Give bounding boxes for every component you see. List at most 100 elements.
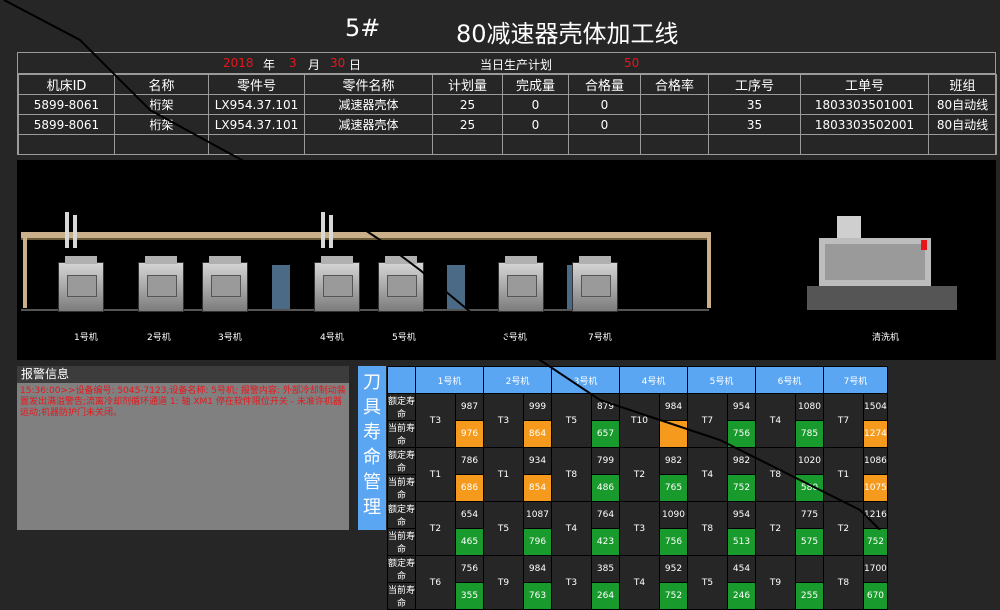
tool-number: T2: [619, 447, 660, 502]
production-table: 机床ID 名称 零件号 零件名称 计划量 完成量 合格量 合格率 工序号 工单号…: [18, 74, 997, 155]
rated-life-label: 额定寿命: [387, 501, 416, 529]
header-cell: 计划量: [432, 74, 503, 95]
current-life-value: 864: [523, 420, 552, 448]
table-cell: 35: [708, 114, 801, 135]
table-cell: 减速器壳体: [304, 94, 433, 115]
header-cell: 零件号: [208, 74, 305, 95]
year-unit: 年: [263, 58, 276, 72]
table-row[interactable]: 5899-8061 桁架 LX954.37.101 减速器壳体 25 0 0 3…: [18, 114, 997, 135]
machine-5-graphic[interactable]: [378, 256, 424, 312]
current-life-value: 1274: [863, 420, 888, 448]
rated-life-value: [795, 555, 824, 583]
machine-1-graphic[interactable]: [58, 256, 104, 312]
header-cell: 合格量: [568, 74, 641, 95]
machine-4-graphic[interactable]: [314, 256, 360, 312]
current-life-label: 当前寿命: [387, 582, 416, 610]
table-cell: 减速器壳体: [304, 114, 433, 135]
plan-value: 50: [624, 56, 640, 70]
rated-life-value: 775: [795, 501, 824, 529]
tool-number: T3: [483, 393, 524, 448]
machine-2-graphic[interactable]: [138, 256, 184, 312]
tool-number: T9: [755, 555, 796, 610]
table-cell: 5899-8061: [18, 114, 115, 135]
month-unit: 月: [308, 58, 321, 72]
current-life-label: 当前寿命: [387, 420, 416, 448]
machine-column-header: 6号机: [755, 366, 824, 394]
rated-life-value: 987: [455, 393, 484, 421]
machine-label: 4号机: [320, 333, 344, 343]
tool-row: 额定寿命 T3 987 T3 999 T5 879 T10 984 T7 954 T4 1080 T7 15…: [387, 393, 888, 448]
machine-3-graphic[interactable]: [202, 256, 248, 312]
tool-number: T4: [755, 393, 796, 448]
tool-number: T7: [687, 393, 728, 448]
current-life-value: 355: [455, 582, 484, 610]
rated-life-value: 786: [455, 447, 484, 475]
current-life-value: 513: [727, 528, 756, 556]
header-cell: 班组: [928, 74, 997, 95]
current-life-label: 当前寿命: [387, 528, 416, 556]
rated-life-label: 额定寿命: [387, 447, 416, 475]
rated-life-value: 1090: [659, 501, 688, 529]
page-title: 5# 80减速器壳体加工线: [0, 14, 1000, 50]
rated-life-label: 额定寿命: [387, 393, 416, 421]
current-life-value: 423: [591, 528, 620, 556]
rated-life-value: 1087: [523, 501, 552, 529]
table-cell: 1803303502001: [800, 114, 929, 135]
tool-number: T7: [823, 393, 864, 448]
current-life-value: 670: [863, 582, 888, 610]
header-cell: 零件名称: [304, 74, 433, 95]
current-life-value: 765: [659, 474, 688, 502]
tool-number: T1: [483, 447, 524, 502]
line-name: 80减速器壳体加工线: [456, 20, 679, 48]
table-cell: [640, 94, 709, 115]
machine-column-header: 3号机: [551, 366, 620, 394]
table-cell: 0: [568, 114, 641, 135]
table-cell: 0: [502, 114, 569, 135]
current-life-value: 486: [591, 474, 620, 502]
date-row: 2018 年 3 月 30 日 当日生产计划 50: [18, 53, 995, 74]
rated-life-value: 954: [727, 501, 756, 529]
tool-life-panel: 刀 具 寿 命 管 理 1号机 2号机 3号机 4号机 5号机 6号机 7号机 额定寿命 T3 9…: [358, 366, 1000, 610]
current-life-value: 255: [795, 582, 824, 610]
rated-life-value: 954: [727, 393, 756, 421]
header-cell: 完成量: [502, 74, 569, 95]
current-life-value: 756: [727, 420, 756, 448]
plan-label: 当日生产计划: [480, 58, 553, 72]
month-value: 3: [289, 56, 297, 70]
tool-number: T2: [755, 501, 796, 556]
alarm-message: 15:36:00>>设备编号: 5045-7123,设备名称: 5号机; 报警内…: [20, 386, 346, 418]
current-life-value: 796: [523, 528, 552, 556]
current-life-value: 752: [863, 528, 888, 556]
current-life-value: 785: [795, 420, 824, 448]
rated-life-value: 1700: [863, 555, 888, 583]
table-cell: 35: [708, 94, 801, 115]
table-cell: LX954.37.101: [208, 114, 305, 135]
table-row[interactable]: 5899-8061 桁架 LX954.37.101 减速器壳体 25 0 0 3…: [18, 94, 997, 115]
header-cell: 工序号: [708, 74, 801, 95]
tool-life-table: 1号机 2号机 3号机 4号机 5号机 6号机 7号机 额定寿命 T3 987 T3 999 T5 879…: [387, 366, 888, 610]
tool-row: 额定寿命 T2 654 T5 1087 T4 764 T3 1090 T8 954 T2 775 T2 12…: [387, 501, 888, 556]
tool-number: T10: [619, 393, 660, 448]
current-life-value: 752: [659, 582, 688, 610]
rated-life-value: 756: [455, 555, 484, 583]
rated-life-value: 764: [591, 501, 620, 529]
header-cell: 工单号: [800, 74, 929, 95]
machine-7-graphic[interactable]: [572, 256, 618, 312]
tool-number: T8: [687, 501, 728, 556]
machine-column-header: 2号机: [483, 366, 552, 394]
rated-life-value: 982: [659, 447, 688, 475]
tool-number: T1: [415, 447, 456, 502]
rated-life-value: 654: [455, 501, 484, 529]
machine-6-graphic[interactable]: [498, 256, 544, 312]
tool-number: T5: [687, 555, 728, 610]
tool-number: T3: [415, 393, 456, 448]
tool-number: T4: [687, 447, 728, 502]
table-cell: 80自动线: [928, 114, 997, 135]
rated-life-value: 1504: [863, 393, 888, 421]
rated-life-value: 1020: [795, 447, 824, 475]
tool-header-row: 1号机 2号机 3号机 4号机 5号机 6号机 7号机: [387, 366, 888, 394]
tool-number: T9: [483, 555, 524, 610]
current-life-value: [659, 420, 688, 448]
tool-number: T5: [483, 501, 524, 556]
rated-life-value: 984: [523, 555, 552, 583]
